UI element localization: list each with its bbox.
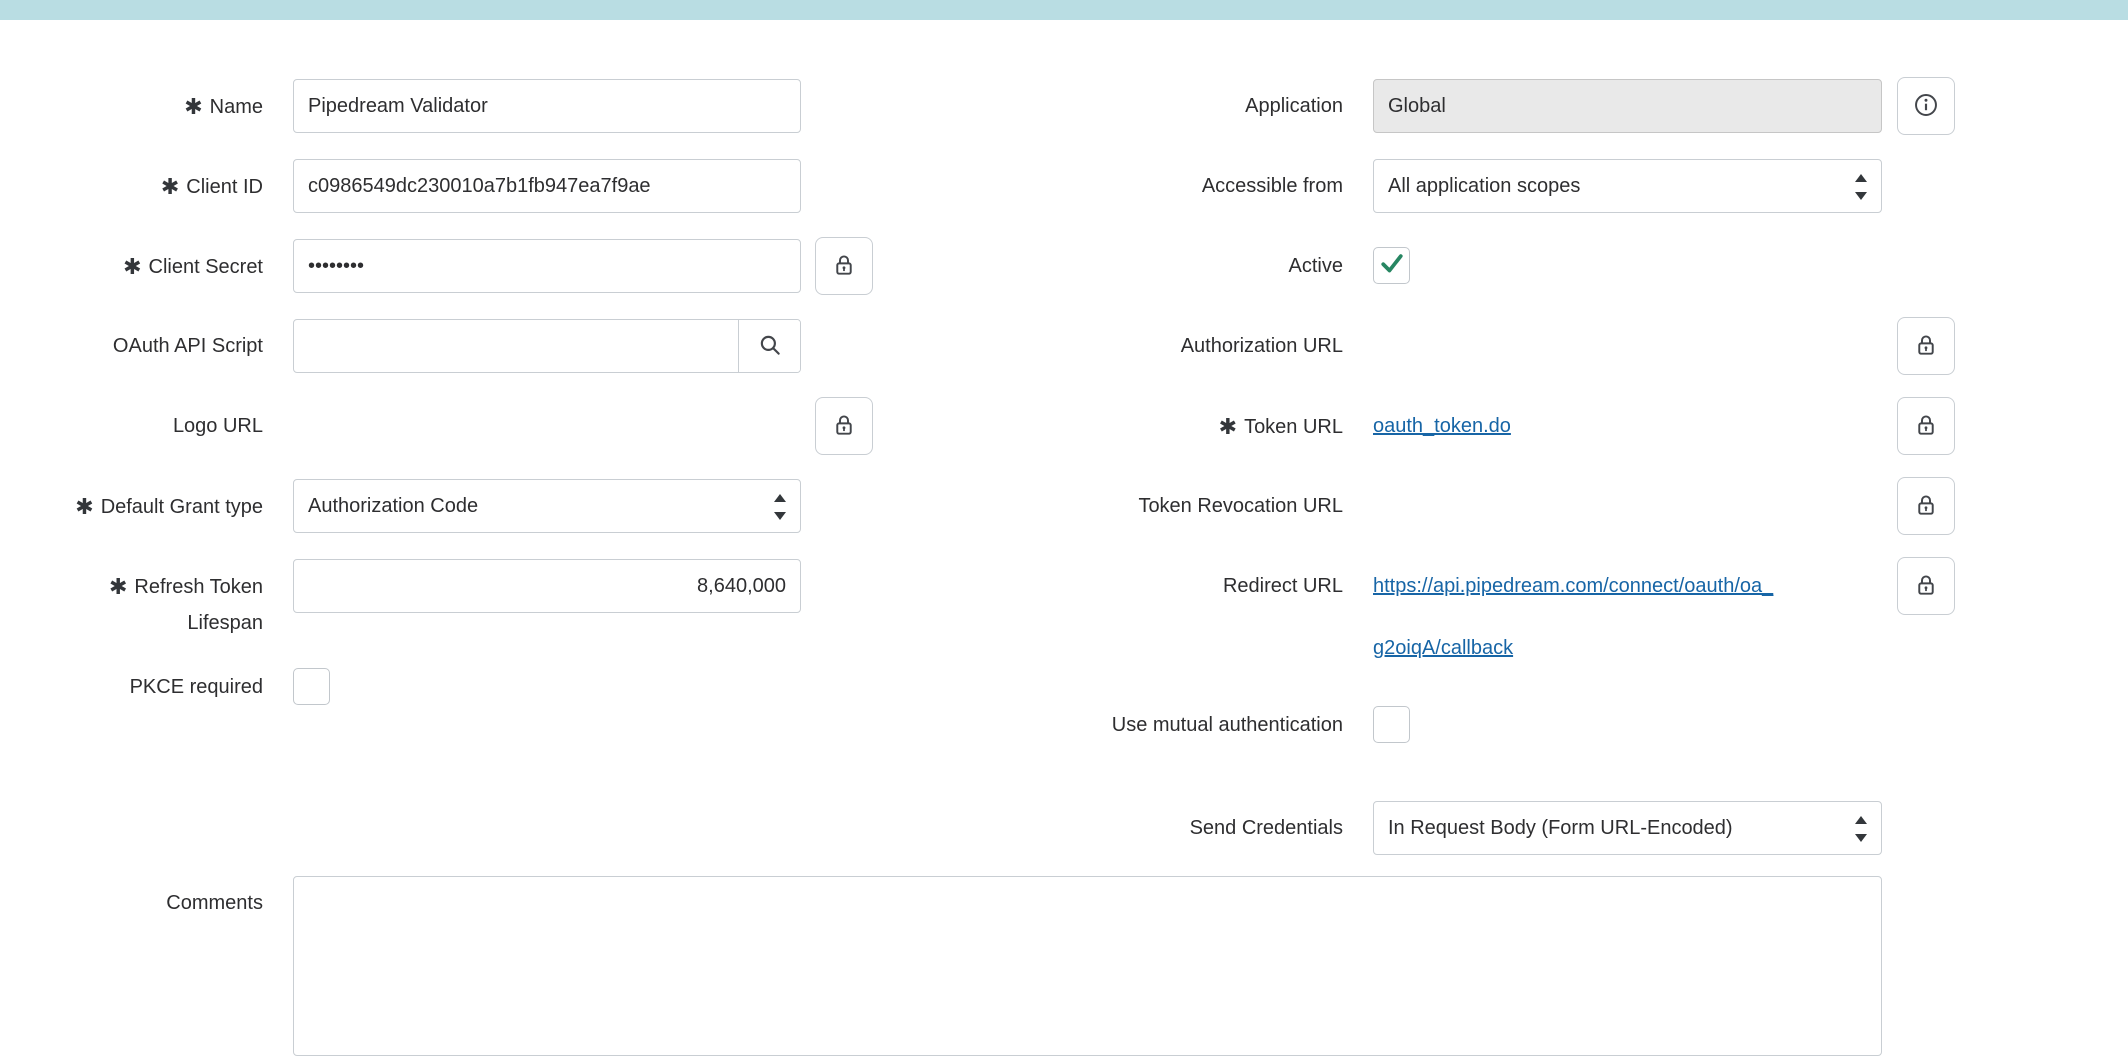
row-application: Application: [0, 79, 2128, 133]
accessible-from-select[interactable]: All application scopes: [1373, 159, 1882, 213]
send-credentials-select[interactable]: In Request Body (Form URL-Encoded): [1373, 801, 1882, 855]
row-token-url: ✱Token URL oauth_token.do: [0, 399, 2128, 453]
active-label: Active: [1083, 239, 1343, 284]
token-revocation-url-lock-button[interactable]: [1897, 477, 1955, 535]
comments-label: Comments: [63, 876, 263, 921]
redirect-url-label: Redirect URL: [1083, 559, 1343, 604]
lock-icon: [1913, 492, 1939, 521]
application-label: Application: [1083, 79, 1343, 124]
row-token-revocation-url: Token Revocation URL: [0, 479, 2128, 533]
row-active: Active: [0, 239, 2128, 293]
authorization-url-lock-button[interactable]: [1897, 317, 1955, 375]
checkmark-icon: [1377, 248, 1407, 283]
select-spinner-icon: [1854, 174, 1868, 206]
active-checkbox[interactable]: [1373, 247, 1410, 284]
token-url-link[interactable]: oauth_token.do: [1373, 399, 1511, 453]
row-use-mutual-authentication: Use mutual authentication: [0, 698, 2128, 752]
row-comments: Comments: [0, 876, 2128, 930]
top-accent-strip: [0, 0, 2128, 20]
lock-icon: [1913, 332, 1939, 361]
send-credentials-label: Send Credentials: [1083, 801, 1343, 846]
select-spinner-icon: [1854, 816, 1868, 848]
row-accessible-from: Accessible from All application scopes: [0, 159, 2128, 213]
token-revocation-url-label: Token Revocation URL: [1083, 479, 1343, 524]
comments-textarea[interactable]: [293, 876, 1882, 1056]
authorization-url-label: Authorization URL: [1083, 319, 1343, 364]
token-url-label: ✱Token URL: [1083, 399, 1343, 445]
use-mutual-authentication-checkbox[interactable]: [1373, 706, 1410, 743]
use-mutual-authentication-label: Use mutual authentication: [1083, 698, 1343, 743]
lock-icon: [1913, 572, 1939, 601]
application-info-button[interactable]: [1897, 77, 1955, 135]
row-send-credentials: Send Credentials In Request Body (Form U…: [0, 801, 2128, 855]
token-url-lock-button[interactable]: [1897, 397, 1955, 455]
required-icon: ✱: [1219, 414, 1237, 439]
lock-icon: [1913, 412, 1939, 441]
application-input[interactable]: [1373, 79, 1882, 133]
form-canvas: ✱Name ✱Client ID ✱Client Secret: [0, 20, 2128, 948]
info-icon: [1913, 92, 1939, 121]
accessible-from-label: Accessible from: [1083, 159, 1343, 204]
redirect-url-lock-button[interactable]: [1897, 557, 1955, 615]
row-authorization-url: Authorization URL: [0, 319, 2128, 373]
row-redirect-url: Redirect URL https://api.pipedream.com/c…: [0, 559, 2128, 613]
redirect-url-link[interactable]: https://api.pipedream.com/connect/oauth/…: [1373, 555, 1893, 679]
